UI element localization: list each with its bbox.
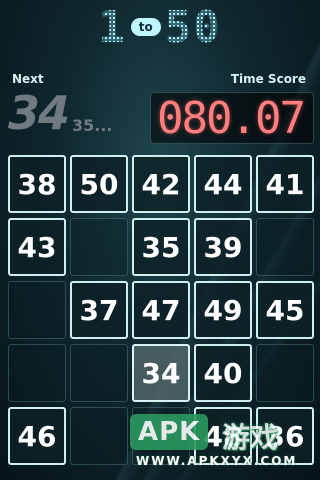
grid-cell[interactable] [132, 407, 190, 465]
grid-cell[interactable] [256, 218, 314, 276]
grid-cell[interactable] [70, 407, 128, 465]
time-score-value: 080.07 [157, 92, 306, 144]
grid-cell[interactable]: 46 [8, 407, 66, 465]
grid-cell[interactable] [8, 344, 66, 402]
title-from: 1 [98, 1, 127, 53]
grid-cell[interactable]: 43 [8, 218, 66, 276]
time-score-display: 080.07 [150, 92, 314, 144]
grid-cell[interactable]: 41 [256, 155, 314, 213]
grid-cell[interactable]: 45 [256, 281, 314, 339]
time-score-label: Time Score [230, 72, 306, 86]
grid-cell[interactable]: 36 [256, 407, 314, 465]
grid-cell[interactable]: 50 [70, 155, 128, 213]
grid-cell[interactable] [70, 218, 128, 276]
grid-cell[interactable]: 38 [8, 155, 66, 213]
grid-cell[interactable] [256, 344, 314, 402]
grid-cell[interactable]: 40 [194, 344, 252, 402]
grid-cell[interactable] [70, 344, 128, 402]
game-title: 1 to 50 [0, 1, 320, 53]
number-grid: 38 50 42 44 41 43 35 39 37 47 49 45 34 40 46 48 36 [8, 155, 314, 465]
grid-cell[interactable]: 39 [194, 218, 252, 276]
next-label: Next [12, 72, 44, 86]
grid-cell[interactable]: 42 [132, 155, 190, 213]
title-to-badge: to [130, 18, 161, 36]
upcoming-number: 35... [72, 116, 113, 135]
grid-cell[interactable]: 34 [132, 344, 190, 402]
grid-cell[interactable]: 35 [132, 218, 190, 276]
grid-cell[interactable]: 48 [194, 407, 252, 465]
grid-cell[interactable]: 44 [194, 155, 252, 213]
title-until: 50 [164, 1, 222, 53]
grid-cell[interactable]: 49 [194, 281, 252, 339]
grid-cell[interactable]: 47 [132, 281, 190, 339]
grid-cell[interactable]: 37 [70, 281, 128, 339]
grid-cell[interactable] [8, 281, 66, 339]
next-number: 34 [8, 86, 70, 140]
